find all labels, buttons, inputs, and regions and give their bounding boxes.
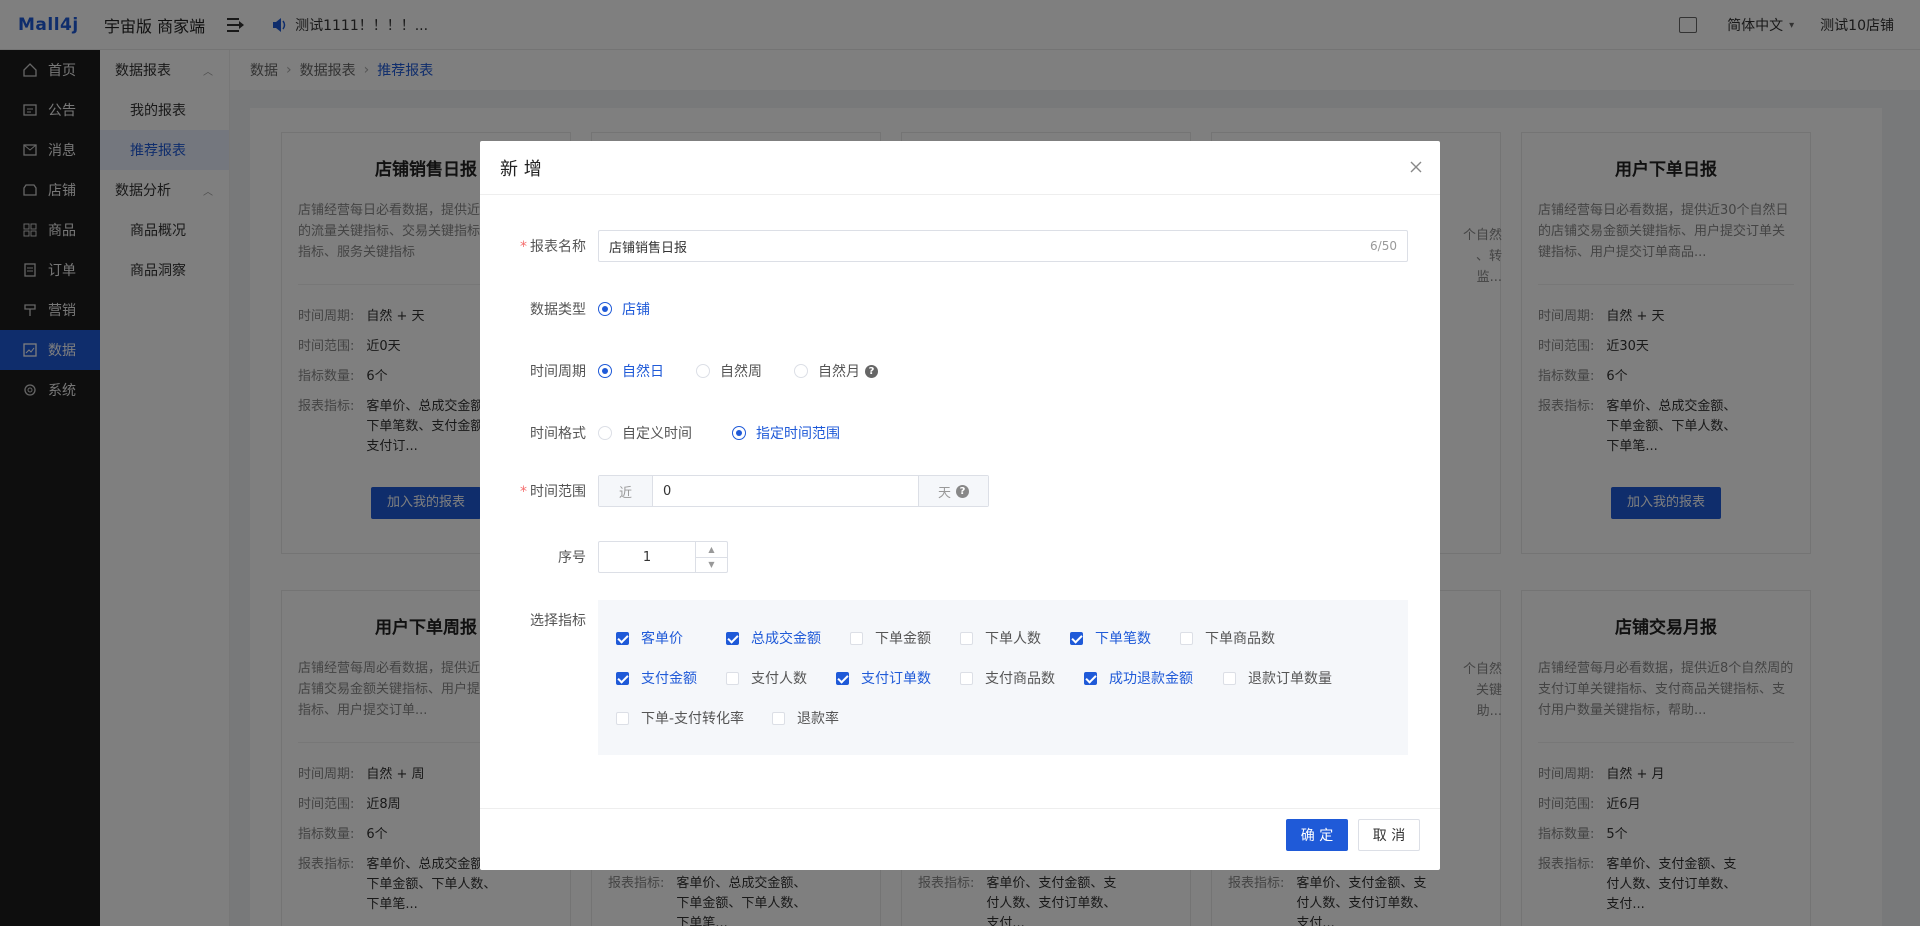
char-count: 6/50	[1370, 239, 1397, 253]
radio-period-month[interactable]: 自然月?	[794, 361, 878, 381]
form-row-type: 数据类型 店铺	[480, 299, 682, 319]
dialog-footer: 确 定 取 消	[480, 808, 1440, 870]
form-row-period: 时间周期 自然日 自然周 自然月?	[480, 361, 910, 381]
help-icon[interactable]: ?	[865, 364, 878, 378]
radio-type-shop[interactable]: 店铺	[598, 299, 650, 319]
checkbox-metric[interactable]: 退款订单数量	[1223, 668, 1353, 688]
add-report-dialog: 新 增 * 报表名称 店铺销售日报 6/50 数据类型 店铺 时间周期 自然日 自然…	[480, 141, 1440, 870]
report-name-input[interactable]: 店铺销售日报 6/50	[598, 230, 1408, 262]
dialog-title: 新 增	[480, 141, 1440, 195]
checkbox-metric[interactable]: 支付金额	[616, 668, 726, 688]
order-stepper[interactable]: 1 ▲ ▼	[598, 541, 728, 573]
report-name-value: 店铺销售日报	[609, 240, 688, 256]
help-icon[interactable]: ?	[956, 484, 969, 498]
checkbox-metric[interactable]: 客单价	[616, 628, 726, 648]
checkbox-metric[interactable]: 下单-支付转化率	[616, 708, 772, 728]
range-label: * 时间范围	[520, 484, 586, 500]
format-label: 时间格式	[530, 426, 586, 442]
close-icon[interactable]	[1408, 159, 1424, 175]
form-row-name: * 报表名称 店铺销售日报 6/50	[480, 230, 1408, 262]
range-prefix: 近	[599, 476, 653, 506]
period-label: 时间周期	[530, 364, 586, 380]
confirm-button[interactable]: 确 定	[1286, 819, 1348, 851]
radio-period-week[interactable]: 自然周	[696, 361, 762, 381]
decrement-icon[interactable]: ▼	[696, 558, 727, 573]
checkbox-metric[interactable]: 下单笔数	[1070, 628, 1180, 648]
range-unit: 天?	[918, 476, 988, 506]
order-label: 序号	[558, 550, 586, 566]
cancel-button[interactable]: 取 消	[1358, 819, 1420, 851]
order-value[interactable]: 1	[599, 542, 695, 572]
checkbox-metric[interactable]: 退款率	[772, 708, 882, 728]
form-row-format: 时间格式 自定义时间 指定时间范围	[480, 423, 872, 443]
metrics-panel: 客单价 总成交金额 下单金额 下单人数 下单笔数 下单商品数 支付金额 支付人数…	[598, 600, 1408, 755]
radio-format-custom[interactable]: 自定义时间	[598, 423, 692, 443]
checkbox-metric[interactable]: 下单金额	[850, 628, 960, 648]
checkbox-metric[interactable]: 下单人数	[960, 628, 1070, 648]
range-input[interactable]: 0	[653, 476, 918, 506]
metrics-label: 选择指标	[530, 613, 586, 629]
checkbox-metric[interactable]: 支付商品数	[960, 668, 1084, 688]
form-row-metrics: 选择指标 客单价 总成交金额 下单金额 下单人数 下单笔数 下单商品数 支付金额…	[480, 600, 1408, 755]
checkbox-metric[interactable]: 支付人数	[726, 668, 836, 688]
name-label: * 报表名称	[520, 239, 586, 255]
range-input-group: 近 0 天?	[598, 475, 989, 507]
radio-format-range[interactable]: 指定时间范围	[732, 423, 840, 443]
form-row-order: 序号 1 ▲ ▼	[480, 541, 728, 573]
type-label: 数据类型	[530, 302, 586, 318]
form-row-range: * 时间范围 近 0 天?	[480, 475, 989, 507]
checkbox-metric[interactable]: 成功退款金额	[1084, 668, 1223, 688]
radio-period-day[interactable]: 自然日	[598, 361, 664, 381]
checkbox-metric[interactable]: 下单商品数	[1180, 628, 1290, 648]
checkbox-metric[interactable]: 支付订单数	[836, 668, 960, 688]
increment-icon[interactable]: ▲	[696, 542, 727, 558]
checkbox-metric[interactable]: 总成交金额	[726, 628, 850, 648]
